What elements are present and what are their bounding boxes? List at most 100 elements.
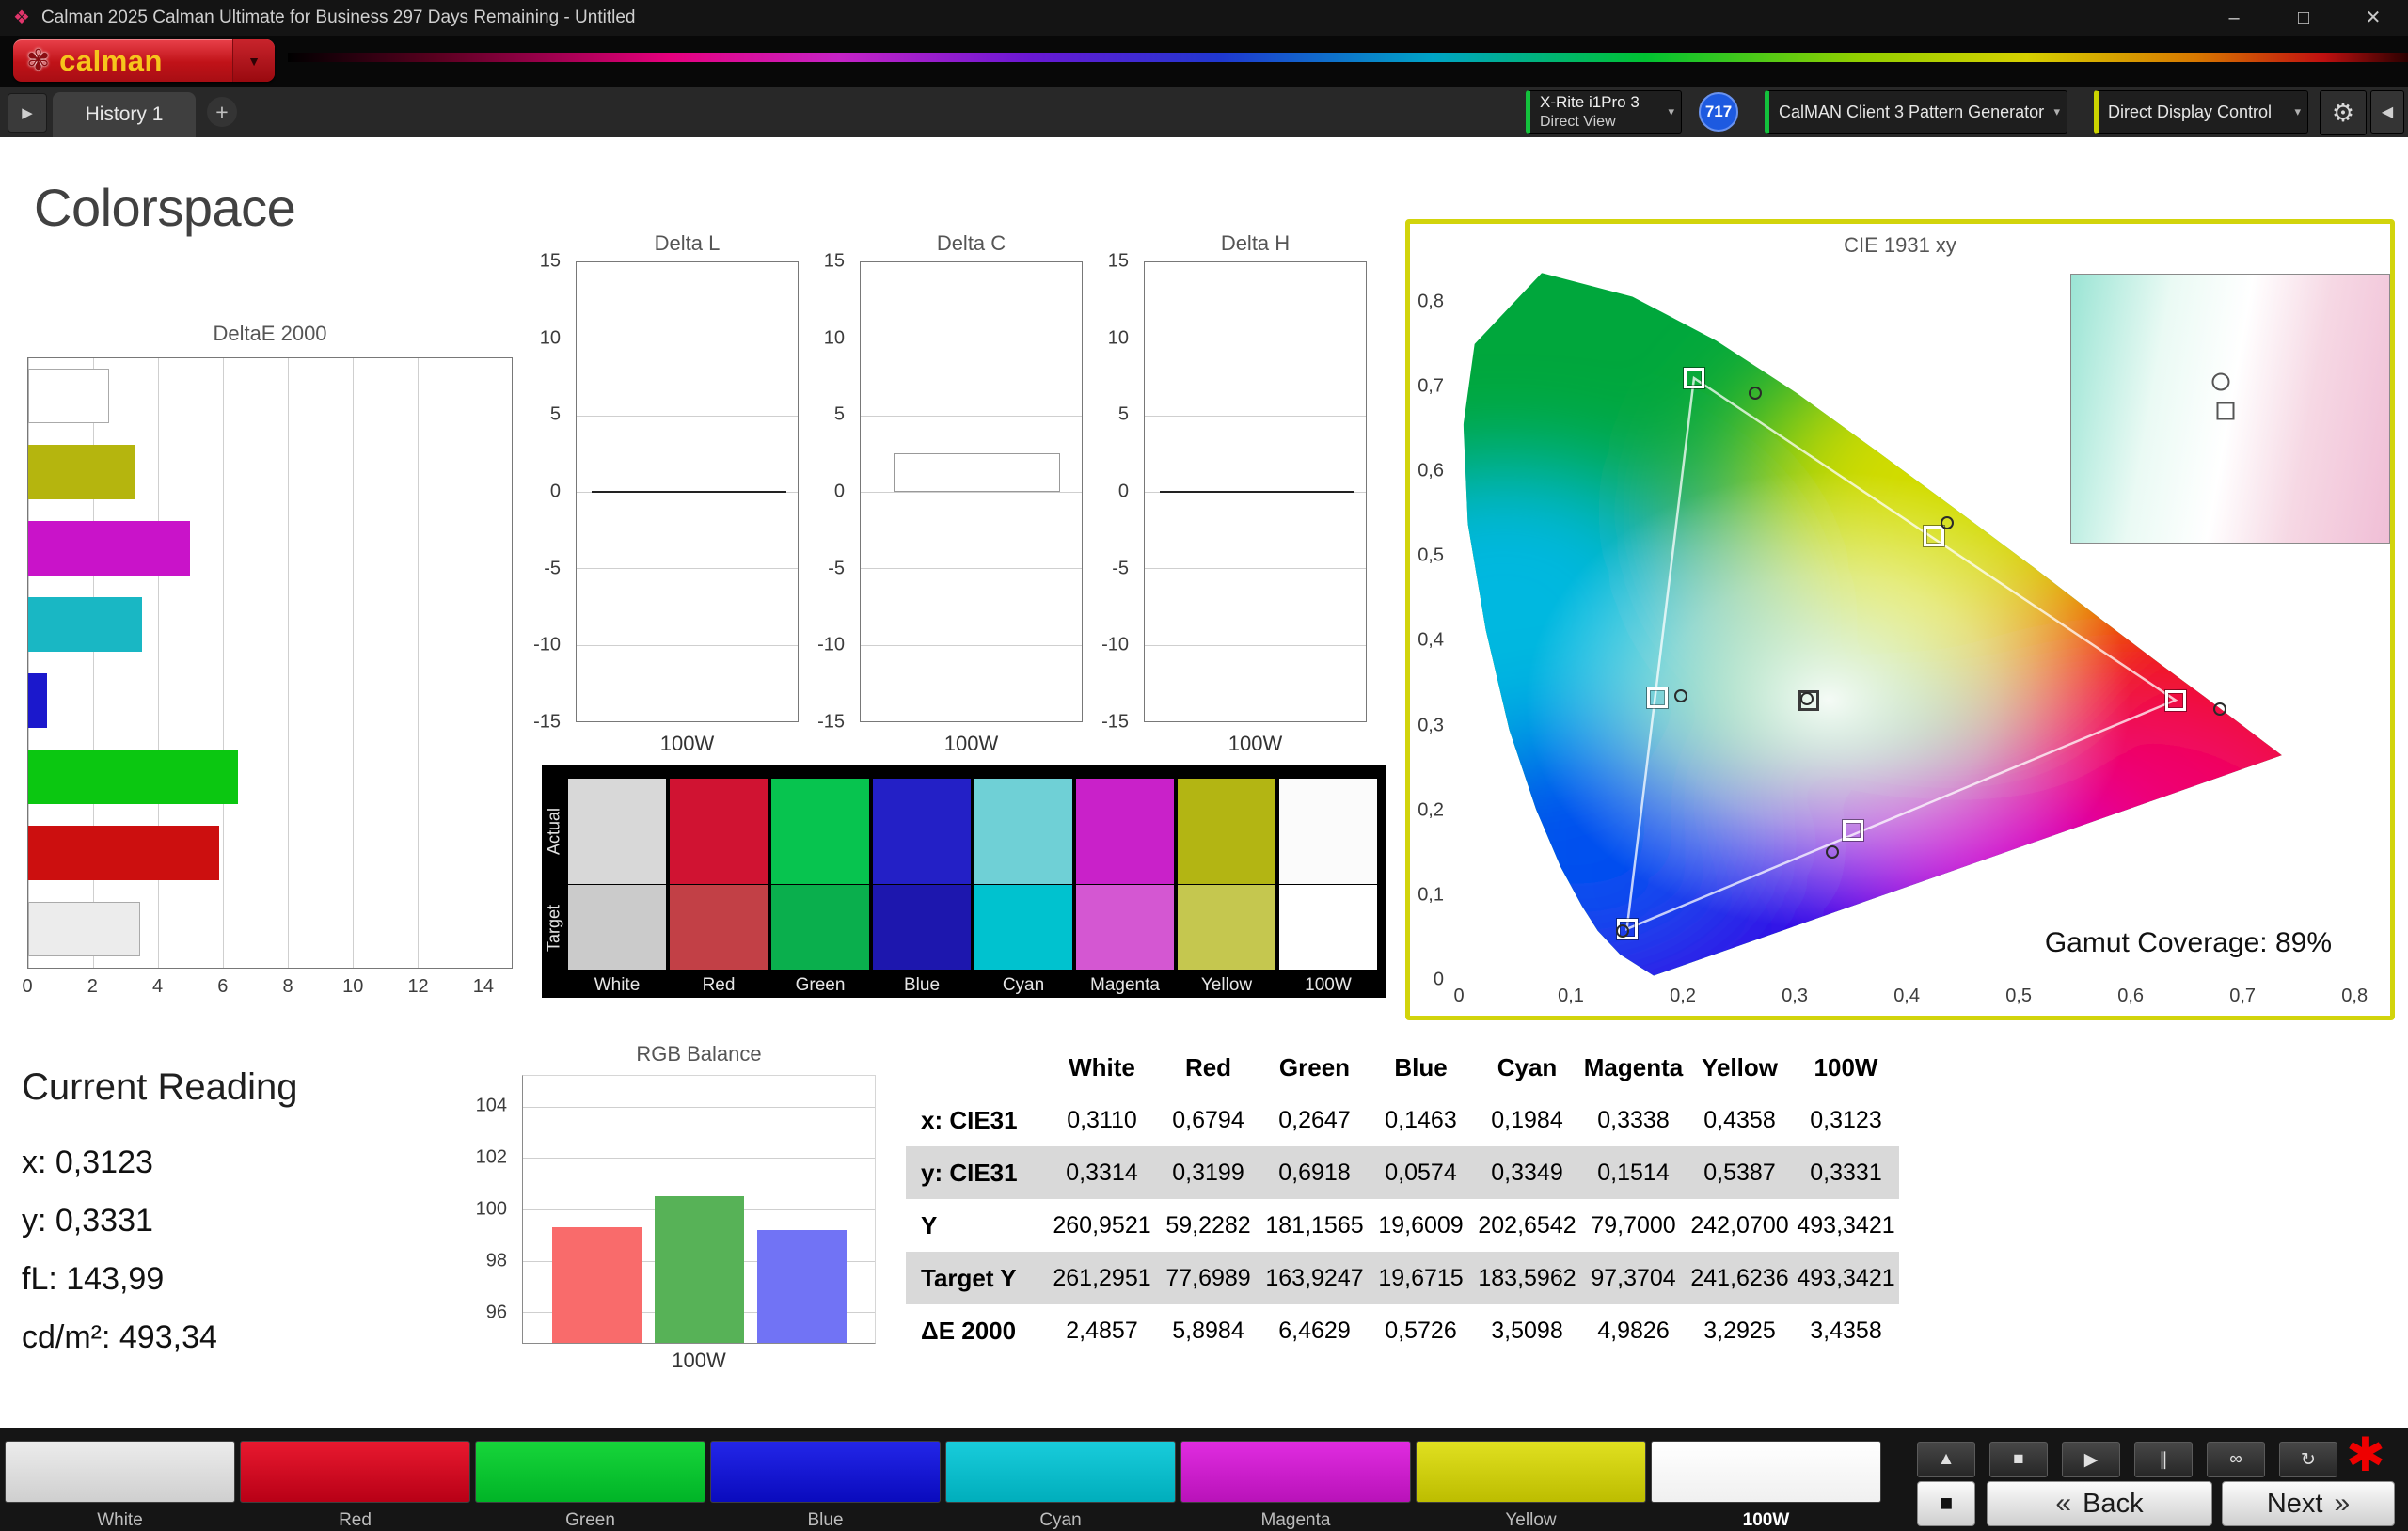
- pattern-button-white[interactable]: White: [5, 1441, 235, 1530]
- deltae-bar-blue: [28, 673, 47, 728]
- swatch-label: 100W: [1305, 975, 1352, 995]
- deltae-x-axis: 0 2 4 6 8 10 12 14: [22, 976, 513, 1001]
- table-cell: 19,6009: [1378, 1211, 1464, 1239]
- play-button[interactable]: ▶: [2062, 1442, 2120, 1477]
- pattern-button-magenta[interactable]: Magenta: [1180, 1441, 1411, 1530]
- deltae-bar-row: [28, 597, 512, 652]
- reading-value: fL: 143,99: [22, 1261, 165, 1297]
- table-cell: 0,1514: [1580, 1146, 1687, 1199]
- pattern-button-red[interactable]: Red: [240, 1441, 470, 1530]
- pattern-swatch: [1651, 1441, 1881, 1503]
- deltae-bar-yellow: [28, 445, 135, 499]
- table-cell: 79,7000: [1591, 1211, 1676, 1239]
- y-axis: 15 10 5 0 -5 -10 -15: [807, 251, 852, 733]
- add-tab-button[interactable]: +: [207, 97, 237, 127]
- pattern-button-green[interactable]: Green: [475, 1441, 705, 1530]
- pattern-swatch: [240, 1441, 470, 1503]
- rgb-bar-red: [551, 1227, 642, 1343]
- continuous-button[interactable]: ∞: [2207, 1442, 2265, 1477]
- axis-tick-label: 0,8: [1418, 291, 1444, 312]
- loop-button[interactable]: ↻: [2279, 1442, 2337, 1477]
- pattern-label: Yellow: [1505, 1510, 1557, 1530]
- plus-icon: +: [215, 99, 229, 124]
- display-control-dropdown[interactable]: Direct Display Control ▾: [2094, 90, 2308, 134]
- axis-tick-label: 10: [1107, 327, 1129, 349]
- measured-marker-green: [1749, 387, 1763, 401]
- gamut-coverage-label: Gamut Coverage:: [2044, 927, 2268, 958]
- axis-tick-label: 0,7: [2229, 986, 2257, 1006]
- plot-area: [860, 261, 1083, 722]
- meter-name: X-Rite i1Pro 3: [1540, 93, 1640, 112]
- expand-panel-button[interactable]: ▶: [8, 93, 47, 133]
- swatch-actual: [1178, 779, 1275, 884]
- axis-tick-label: 15: [823, 250, 845, 272]
- pattern-button-cyan[interactable]: Cyan: [945, 1441, 1176, 1530]
- pattern-button-100w[interactable]: 100W: [1651, 1441, 1881, 1530]
- collapse-panel-button[interactable]: ◀: [2370, 90, 2404, 134]
- up-button[interactable]: ▲: [1917, 1442, 1975, 1477]
- axis-tick-label: 0,3: [1782, 986, 1808, 1006]
- chevron-right-icon: »: [2334, 1488, 2351, 1519]
- meter-mode: Direct View: [1540, 113, 1616, 130]
- measured-marker-white: [1800, 692, 1814, 706]
- target-marker-red: [2164, 689, 2186, 711]
- back-button[interactable]: « Back: [1987, 1481, 2212, 1526]
- swatch-target: [873, 885, 971, 970]
- swatch-actual: [1279, 779, 1377, 884]
- axis-tick-label: 12: [407, 976, 429, 997]
- table-cell: 0,6794: [1172, 1106, 1244, 1133]
- axis-tick-label: 0,4: [1418, 629, 1444, 651]
- stop-measurement-button[interactable]: ■: [1917, 1481, 1975, 1526]
- target-marker-magenta: [1842, 820, 1863, 842]
- deltae-bar-magenta: [28, 521, 190, 576]
- table-cell: 77,6989: [1155, 1252, 1261, 1304]
- axis-tick-label: 0,6: [1418, 460, 1444, 481]
- table-cell: 0,4358: [1703, 1106, 1776, 1133]
- gridline: [287, 358, 289, 968]
- pattern-swatch: [5, 1441, 235, 1503]
- deltae-bar-row: [28, 826, 512, 880]
- deltae-bar-100w: [28, 902, 140, 956]
- plot-area: [522, 1075, 876, 1344]
- target-marker-yellow: [1923, 525, 1944, 546]
- table-cell: 97,3704: [1580, 1252, 1687, 1304]
- calman-menu-button[interactable]: ✾ calman ▼: [13, 39, 275, 82]
- gridline: [861, 644, 1082, 646]
- pattern-button-blue[interactable]: Blue: [710, 1441, 941, 1530]
- deltae-bar-cyan: [28, 597, 143, 652]
- chart-title: Delta C: [936, 231, 1006, 255]
- axis-tick-label: 0,5: [2005, 986, 2033, 1006]
- pause-button[interactable]: ∥: [2134, 1442, 2193, 1477]
- table-cell: 0,1984: [1491, 1106, 1563, 1133]
- chart-title: Delta L: [654, 231, 721, 255]
- table-header: Cyan: [1497, 1052, 1558, 1081]
- table-cell: 0,3349: [1474, 1146, 1580, 1199]
- cie-x-axis: 0 0,1 0,2 0,3 0,4 0,5 0,6 0,7 0,8: [1453, 986, 2377, 1010]
- tab-history-1[interactable]: History 1: [53, 92, 196, 137]
- table-cell: 0,1463: [1385, 1106, 1457, 1133]
- swatch-target: [568, 885, 666, 970]
- pattern-button-yellow[interactable]: Yellow: [1416, 1441, 1646, 1530]
- table-cell: 0,3110: [1067, 1106, 1137, 1133]
- maximize-button[interactable]: □: [2269, 0, 2338, 36]
- table-cell: 3,4358: [1810, 1317, 1882, 1344]
- measurement-line: [592, 491, 787, 493]
- table-header: Yellow: [1702, 1052, 1778, 1081]
- window-title: Calman 2025 Calman Ultimate for Business…: [40, 8, 636, 27]
- next-button[interactable]: Next »: [2222, 1481, 2395, 1526]
- settings-button[interactable]: ⚙: [2320, 90, 2367, 135]
- axis-tick-label: 0,5: [1418, 545, 1444, 566]
- cie-y-axis: 0 0,1 0,2 0,3 0,4 0,5 0,6 0,7 0,8: [1410, 266, 1451, 989]
- minimize-button[interactable]: –: [2199, 0, 2269, 36]
- deltae-bar-row: [28, 369, 512, 423]
- swatch-target: [1076, 885, 1174, 970]
- pattern-generator-dropdown[interactable]: CalMAN Client 3 Pattern Generator ▾: [1765, 90, 2067, 134]
- close-button[interactable]: ✕: [2338, 0, 2408, 36]
- axis-tick-label: 0,1: [1558, 986, 1584, 1006]
- stop-button[interactable]: ■: [1989, 1442, 2048, 1477]
- table-cell: 0,5726: [1385, 1317, 1457, 1344]
- meter-dropdown[interactable]: X-Rite i1Pro 3 Direct View ▾: [1526, 90, 1682, 134]
- deltae-bar-row: [28, 521, 512, 576]
- axis-tick-label: -10: [533, 634, 561, 655]
- measured-marker-magenta: [1826, 844, 1840, 859]
